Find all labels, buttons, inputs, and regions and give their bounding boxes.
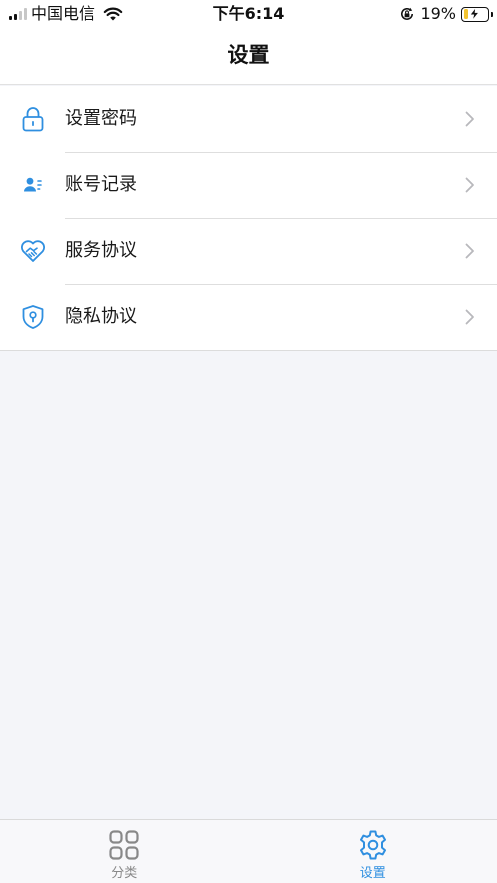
chevron-right-icon <box>465 111 474 127</box>
settings-item-account-records[interactable]: 账号记录 <box>0 152 497 218</box>
settings-item-service-agreement[interactable]: 服务协议 <box>0 218 497 284</box>
nav-bar: 设置 <box>0 28 497 85</box>
battery-charging-icon <box>461 6 493 22</box>
status-bar: 中国电信 下午6:14 19% <box>0 0 497 28</box>
settings-item-label: 隐私协议 <box>65 306 137 327</box>
tab-settings[interactable]: 设置 <box>249 820 497 883</box>
settings-item-label: 服务协议 <box>65 240 137 261</box>
chevron-right-icon <box>465 177 474 193</box>
bolt-icon <box>469 7 480 20</box>
settings-list: 设置密码 账号记录 服务协议 隐私协议 <box>0 86 497 351</box>
grid-icon <box>109 830 139 860</box>
settings-item-privacy-policy[interactable]: 隐私协议 <box>0 284 497 350</box>
shield-lock-icon <box>20 304 46 330</box>
settings-item-label: 账号记录 <box>65 174 137 195</box>
chevron-right-icon <box>465 309 474 325</box>
status-right: 19% <box>399 4 493 24</box>
orientation-lock-icon <box>399 6 415 22</box>
tab-label: 设置 <box>359 866 386 881</box>
tab-label: 分类 <box>111 866 138 881</box>
lock-icon <box>20 106 46 132</box>
battery-percent: 19% <box>420 4 456 23</box>
gear-icon <box>359 830 386 860</box>
handshake-heart-icon <box>20 238 46 264</box>
page-title: 设置 <box>227 43 270 67</box>
tab-bar: 分类 设置 <box>0 819 497 883</box>
battery-fill <box>463 9 468 19</box>
settings-item-label: 设置密码 <box>65 108 137 129</box>
tab-category[interactable]: 分类 <box>0 820 249 883</box>
settings-item-set-password[interactable]: 设置密码 <box>0 86 497 152</box>
account-record-icon <box>20 172 46 198</box>
chevron-right-icon <box>465 243 474 259</box>
